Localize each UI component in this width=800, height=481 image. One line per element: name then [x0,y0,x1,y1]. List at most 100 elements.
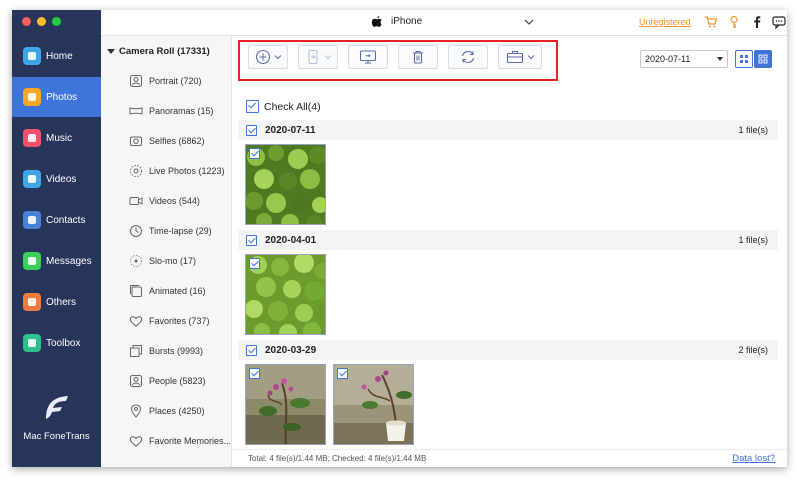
unregistered-link[interactable]: Unregistered [639,17,691,27]
nav-item-home[interactable]: Home [12,36,101,76]
nav-item-photos[interactable]: Photos [12,77,101,117]
photo-thumbnail[interactable] [245,254,326,335]
check-all-checkbox[interactable] [246,100,259,113]
close-window-button[interactable] [22,17,31,26]
group-date: 2020-03-29 [265,344,317,356]
photo-checkbox[interactable] [249,148,260,159]
date-filter-select[interactable]: 2020-07-11 [640,50,728,68]
chevron-down-icon [274,55,281,60]
zoom-window-button[interactable] [52,17,61,26]
nav-item-label: Toolbox [46,337,81,349]
group-file-count: 1 file(s) [738,125,768,135]
toolbox-button[interactable] [498,45,542,69]
nav-item-label: Home [46,50,73,62]
category-live-photos[interactable]: Live Photos (1223) [129,164,225,178]
photo-thumbnail[interactable] [245,364,326,445]
chevron-down-icon [324,55,331,60]
category-time-lapse[interactable]: Time-lapse (29) [129,224,212,238]
cart-icon[interactable] [704,15,718,29]
monitor-icon [359,50,377,64]
refresh-icon [461,50,475,64]
delete-button[interactable] [398,45,438,69]
group-file-count: 2 file(s) [738,345,768,355]
nav-item-others[interactable]: Others [12,282,101,322]
nav-item-contacts[interactable]: Contacts [12,200,101,240]
grid-view-toggle[interactable] [754,50,772,68]
status-summary: Total: 4 file(s)/1.44 MB; Checked: 4 fil… [248,454,427,463]
video-icon [129,197,143,205]
photo-checkbox[interactable] [249,258,260,269]
check-all[interactable]: Check All(4) [246,100,321,113]
photo-icon [23,88,41,106]
live-photo-icon [130,165,142,177]
export-to-device-button[interactable] [298,45,338,69]
chevron-down-icon [717,57,723,61]
nav-item-messages[interactable]: Messages [12,241,101,281]
nav-item-label: Videos [46,173,77,185]
toolbox-icon [506,50,523,64]
date-group-header: 2020-03-29 2 file(s) [238,340,778,360]
category-slo-mo[interactable]: Slo-mo (17) [129,254,196,268]
burst-icon [130,345,142,357]
check-all-label: Check All(4) [264,100,321,113]
group-checkbox[interactable] [246,124,257,136]
category-label: Favorite Memories... [149,436,232,446]
nav-item-toolbox[interactable]: Toolbox [12,323,101,363]
category-label: Bursts (9993) [149,346,204,356]
heart-icon [129,316,143,327]
photo-checkbox[interactable] [249,368,260,379]
export-to-pc-button[interactable] [348,45,388,69]
panorama-icon [129,107,143,115]
group-file-count: 1 file(s) [738,235,768,245]
category-animated[interactable]: Animated (16) [129,284,206,298]
category-list: Camera Roll (17331) Portrait (720) Panor… [101,36,232,467]
category-people[interactable]: People (5823) [129,374,206,388]
facebook-icon[interactable] [750,15,764,29]
category-places[interactable]: Places (4250) [129,404,205,418]
category-videos[interactable]: Videos (544) [129,194,200,208]
category-label: Videos (544) [149,196,200,206]
camera-roll-label: Camera Roll (17331) [119,46,210,57]
time-lapse-icon [130,225,142,237]
device-selector[interactable]: iPhone [371,15,422,28]
group-checkbox[interactable] [246,344,257,356]
photo-checkbox[interactable] [337,368,348,379]
minimize-window-button[interactable] [37,17,46,26]
photo-thumbnail[interactable] [245,144,326,225]
photo-thumbnail[interactable] [333,364,414,445]
music-icon [23,129,41,147]
grid-large-icon [758,54,768,64]
group-checkbox[interactable] [246,234,257,246]
messages-icon [23,252,41,270]
refresh-button[interactable] [448,45,488,69]
list-view-toggle[interactable] [735,50,753,68]
date-group-header: 2020-04-01 1 file(s) [238,230,778,250]
category-bursts[interactable]: Bursts (9993) [129,344,203,358]
feedback-icon[interactable] [772,15,786,29]
group-date: 2020-07-11 [265,124,316,136]
nav-item-videos[interactable]: Videos [12,159,101,199]
nav-item-label: Contacts [46,214,86,226]
people-icon [130,375,142,387]
category-panoramas[interactable]: Panoramas (15) [129,104,214,118]
data-lost-link[interactable]: Data lost? [732,453,775,464]
category-label: Selfies (6862) [149,136,205,146]
others-icon [23,293,41,311]
nav-item-label: Photos [46,91,78,103]
chevron-down-icon[interactable] [524,17,534,27]
category-portrait[interactable]: Portrait (720) [129,74,202,88]
category-label: Slo-mo (17) [149,256,197,266]
category-label: Panoramas (15) [149,106,214,116]
category-selfies[interactable]: Selfies (6862) [129,134,205,148]
status-bar: Total: 4 file(s)/1.44 MB; Checked: 4 fil… [232,449,787,467]
category-favorite-memories[interactable]: Favorite Memories... [129,434,231,448]
camera-roll-header[interactable]: Camera Roll (17331) [107,46,210,57]
nav-item-music[interactable]: Music [12,118,101,158]
category-label: Places (4250) [149,406,205,416]
device-name: iPhone [391,16,423,27]
add-button[interactable] [248,45,288,69]
category-favorites[interactable]: Favorites (737) [129,314,210,328]
category-label: Portrait (720) [149,76,202,86]
key-icon[interactable] [727,15,741,29]
category-label: Favorites (737) [149,316,210,326]
